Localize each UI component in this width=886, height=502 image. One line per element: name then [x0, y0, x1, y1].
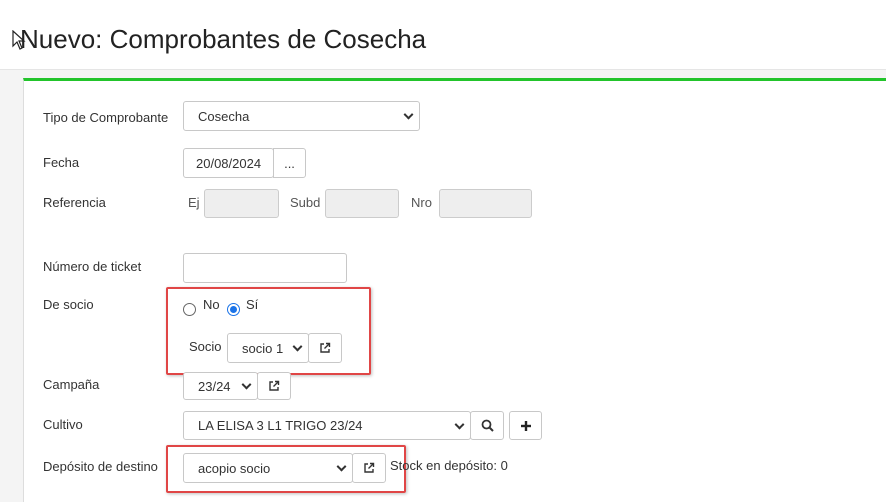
nro-label: Nro: [411, 195, 432, 210]
deposito-select[interactable]: acopio socio: [183, 453, 353, 483]
subd-input[interactable]: [325, 189, 399, 218]
chevron-down-icon: [454, 419, 465, 430]
chevron-down-icon: [292, 341, 303, 352]
cultivo-search-button[interactable]: [470, 411, 504, 440]
page-title: Nuevo: Comprobantes de Cosecha: [20, 24, 427, 54]
search-icon: [481, 419, 494, 432]
page-header: Nuevo: Comprobantes de Cosecha: [0, 8, 886, 70]
de-socio-no-radio[interactable]: [183, 303, 196, 316]
de-socio-si-label: Sí: [246, 297, 259, 312]
top-strip: [0, 0, 886, 8]
subd-label: Subd: [290, 195, 321, 210]
cultivo-add-button[interactable]: [509, 411, 542, 440]
external-link-icon: [364, 462, 375, 473]
fecha-input[interactable]: 20/08/2024: [183, 148, 274, 178]
fecha-value: 20/08/2024: [196, 155, 262, 171]
socio-open-button[interactable]: [308, 333, 342, 363]
de-socio-no-label: No: [203, 297, 220, 312]
de-socio-si-radio[interactable]: [227, 303, 240, 316]
ej-label: Ej: [188, 195, 200, 210]
campana-label: Campaña: [43, 377, 100, 392]
fecha-picker-label: ...: [284, 155, 295, 171]
campana-value: 23/24: [198, 378, 231, 394]
numero-ticket-input[interactable]: [183, 253, 347, 283]
tipo-comprobante-label: Tipo de Comprobante: [43, 110, 169, 125]
chevron-down-icon: [336, 461, 347, 472]
cultivo-value: LA ELISA 3 L1 TRIGO 23/24: [198, 418, 363, 433]
chevron-down-icon: [403, 109, 414, 120]
numero-ticket-label: Número de ticket: [43, 259, 142, 274]
stock-deposito-text: Stock en depósito: 0: [390, 458, 508, 473]
referencia-label: Referencia: [43, 195, 106, 210]
fecha-label: Fecha: [43, 155, 80, 170]
campana-select[interactable]: 23/24: [183, 372, 258, 400]
tipo-comprobante-value: Cosecha: [198, 108, 250, 124]
cultivo-select[interactable]: LA ELISA 3 L1 TRIGO 23/24: [183, 411, 471, 440]
deposito-open-button[interactable]: [352, 453, 386, 483]
de-socio-label: De socio: [43, 297, 94, 312]
nro-input[interactable]: [439, 189, 532, 218]
external-link-icon: [269, 380, 280, 391]
fecha-picker-button[interactable]: ...: [273, 148, 306, 178]
ej-input[interactable]: [204, 189, 279, 218]
chevron-down-icon: [241, 379, 252, 390]
socio-select[interactable]: socio 1: [227, 333, 309, 363]
plus-icon: [520, 420, 531, 431]
external-link-icon: [320, 342, 331, 353]
socio-value: socio 1: [242, 340, 284, 356]
deposito-value: acopio socio: [198, 460, 271, 476]
deposito-label: Depósito de destino: [43, 459, 158, 474]
cultivo-label: Cultivo: [43, 417, 83, 432]
socio-label: Socio: [189, 339, 222, 354]
campana-open-button[interactable]: [257, 372, 291, 400]
tipo-comprobante-select[interactable]: Cosecha: [183, 101, 420, 131]
